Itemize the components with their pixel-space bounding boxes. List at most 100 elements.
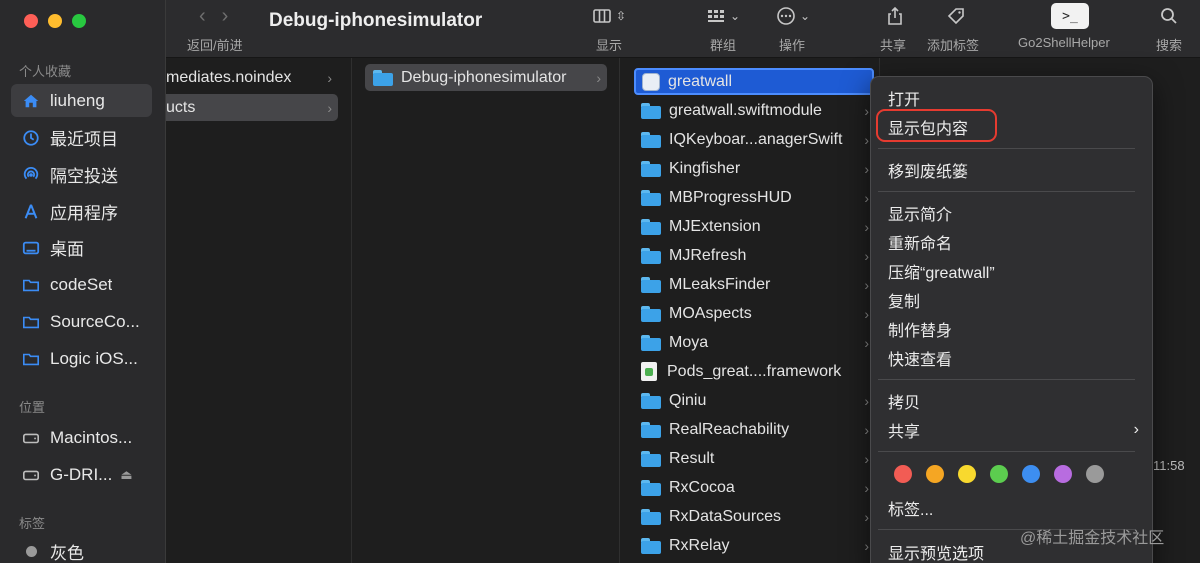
folder-icon — [641, 276, 661, 293]
sidebar-item-codeset[interactable]: codeSet — [11, 268, 152, 301]
chevron-right-icon: › — [596, 69, 601, 86]
tag-dot-icon — [21, 542, 41, 562]
list-item[interactable]: Qiniu › — [635, 387, 875, 414]
list-item[interactable]: greatwall.swiftmodule › — [635, 97, 875, 124]
folder-icon — [641, 189, 661, 206]
share-button[interactable] — [885, 6, 905, 26]
terminal-icon: >_ — [1062, 8, 1078, 24]
sidebar-item-applications[interactable]: 应用程序 — [11, 195, 152, 228]
sidebar-item-tag-gray[interactable]: 灰色 — [11, 535, 152, 563]
menu-item-copy[interactable]: 拷贝 — [888, 388, 920, 413]
folder-icon — [641, 450, 661, 467]
list-item[interactable]: Kingfisher › — [635, 155, 875, 182]
close-window-button[interactable] — [24, 14, 38, 28]
sidebar-item-label: liuheng — [50, 90, 105, 110]
list-item[interactable]: MBProgressHUD › — [635, 184, 875, 211]
sidebar-item-home[interactable]: liuheng — [11, 84, 152, 117]
sidebar-item-label: 应用程序 — [50, 204, 118, 223]
back-forward-buttons[interactable]: ‹› — [199, 5, 244, 28]
folder-icon — [641, 131, 661, 148]
list-item[interactable]: Moya › — [635, 329, 875, 356]
desktop-icon — [21, 238, 41, 258]
menu-item-show-preview-options[interactable]: 显示预览选项 — [888, 539, 984, 563]
zoom-window-button[interactable] — [72, 14, 86, 28]
folder-icon — [641, 421, 661, 438]
tag-purple-dot[interactable] — [1054, 465, 1072, 483]
view-button[interactable]: ⇳ — [592, 6, 626, 26]
tag-green-dot[interactable] — [990, 465, 1008, 483]
item-label: RxRelay — [669, 536, 730, 554]
minimize-window-button[interactable] — [48, 14, 62, 28]
sidebar-item-label: 隔空投送 — [50, 167, 118, 186]
back-icon[interactable]: ‹ — [199, 5, 222, 27]
item-label: RealReachability — [669, 420, 790, 438]
list-item[interactable]: MOAspects › — [635, 300, 875, 327]
tag-yellow-dot[interactable] — [958, 465, 976, 483]
sidebar-item-g-drive[interactable]: G-DRI... ⏏ — [11, 458, 152, 491]
tag-blue-dot[interactable] — [1022, 465, 1040, 483]
columns-view-icon — [593, 9, 611, 23]
column-2[interactable]: Debug-iphonesimulator › — [352, 58, 620, 563]
menu-item-open[interactable]: 打开 — [888, 85, 920, 110]
list-item[interactable]: RxDataSources › — [635, 503, 875, 530]
menu-item-make-alias[interactable]: 制作替身 — [888, 316, 952, 341]
menu-item-duplicate[interactable]: 复制 — [888, 287, 920, 312]
list-item[interactable]: mediates.noindex › — [166, 64, 338, 91]
item-label: MJRefresh — [669, 246, 747, 264]
tag-gray-dot[interactable] — [1086, 465, 1104, 483]
menu-item-compress[interactable]: 压缩“greatwall” — [888, 258, 995, 283]
menu-separator — [878, 148, 1135, 149]
context-menu: 打开 显示包内容 移到废纸篓 显示简介 重新命名 压缩“greatwall” 复… — [870, 76, 1153, 563]
sidebar-item-recents[interactable]: 最近项目 — [11, 121, 152, 154]
list-item[interactable]: MJRefresh › — [635, 242, 875, 269]
disk-icon — [21, 465, 41, 485]
window-title: Debug-iphonesimulator — [269, 10, 483, 31]
sidebar-item-macintosh[interactable]: Macintos... — [11, 421, 152, 454]
search-button[interactable] — [1159, 6, 1179, 26]
sidebar-item-label: 灰色 — [50, 544, 84, 563]
list-item[interactable]: IQKeyboar...anagerSwift › — [635, 126, 875, 153]
menu-item-tags[interactable]: 标签... — [888, 495, 933, 520]
list-item[interactable]: RealReachability › — [635, 416, 875, 443]
list-item[interactable]: RxRelay › — [635, 532, 875, 559]
column-3[interactable]: greatwall greatwall.swiftmodule › IQKeybo… — [620, 58, 880, 563]
annotation-highlight — [876, 109, 997, 142]
menu-item-rename[interactable]: 重新命名 — [888, 229, 952, 254]
add-tag-button[interactable] — [946, 6, 966, 26]
menu-item-move-to-trash[interactable]: 移到废纸篓 — [888, 157, 968, 182]
folder-icon — [21, 349, 41, 369]
list-item[interactable]: Result › — [635, 445, 875, 472]
column-1[interactable]: mediates.noindex › ucts › — [166, 58, 352, 563]
menu-item-quick-look[interactable]: 快速查看 — [888, 345, 952, 370]
sidebar-item-logic-ios[interactable]: Logic iOS... — [11, 342, 152, 375]
chevron-right-icon: › — [864, 218, 869, 235]
folder-icon — [641, 247, 661, 264]
app-icon — [642, 72, 660, 91]
list-item[interactable]: Pods_great....framework — [635, 358, 875, 385]
sidebar-item-label: G-DRI... — [50, 464, 113, 484]
item-label: MBProgressHUD — [669, 188, 792, 206]
tag-color-picker — [894, 465, 1104, 483]
item-label: Kingfisher — [669, 159, 741, 177]
sidebar-item-sourceco[interactable]: SourceCo... — [11, 305, 152, 338]
toolbar: ‹› Debug-iphonesimulator 返回/前进 ⇳ 显示 ⌄ 群组… — [166, 0, 1200, 58]
list-item[interactable]: MJExtension › — [635, 213, 875, 240]
list-item[interactable]: greatwall — [634, 68, 874, 95]
list-item[interactable]: MLeaksFinder › — [635, 271, 875, 298]
list-item[interactable]: RxCocoa › — [635, 474, 875, 501]
forward-icon[interactable]: › — [222, 5, 245, 27]
group-button[interactable]: ⌄ — [706, 6, 740, 26]
list-item[interactable]: Debug-iphonesimulator › — [365, 64, 607, 91]
list-item[interactable]: ucts › — [166, 94, 338, 121]
menu-item-get-info[interactable]: 显示简介 — [888, 200, 952, 225]
action-button[interactable]: ⌄ — [776, 6, 810, 26]
sidebar-item-desktop[interactable]: 桌面 — [11, 231, 152, 264]
sidebar-item-airdrop[interactable]: 隔空投送 — [11, 158, 152, 191]
item-label: MOAspects — [669, 304, 752, 322]
tag-red-dot[interactable] — [894, 465, 912, 483]
folder-icon — [641, 102, 661, 119]
go2shell-button[interactable]: >_ — [1051, 3, 1089, 29]
menu-item-share[interactable]: 共享 › — [888, 417, 1139, 442]
eject-icon[interactable]: ⏏ — [120, 467, 132, 483]
tag-orange-dot[interactable] — [926, 465, 944, 483]
